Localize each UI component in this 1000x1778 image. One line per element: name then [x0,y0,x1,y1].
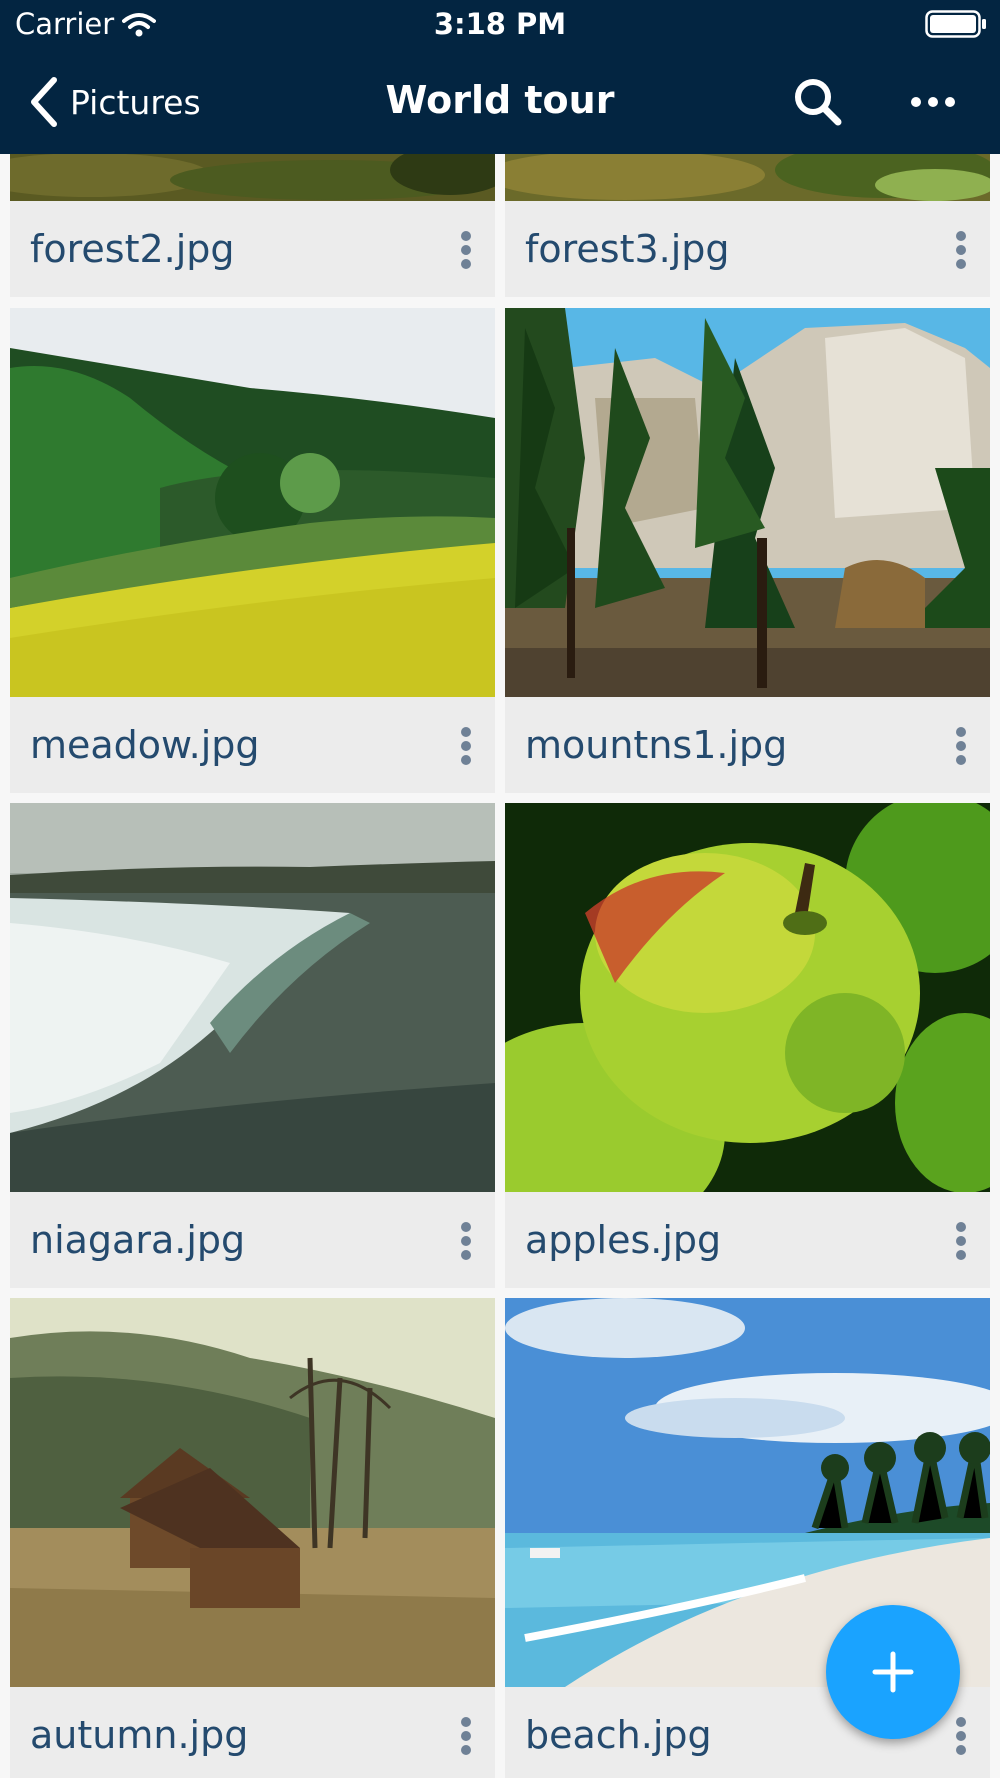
thumbnail-image[interactable] [505,803,990,1192]
search-button[interactable] [790,74,846,130]
file-name: forest2.jpg [30,227,235,271]
thumbnail-image[interactable] [10,308,495,697]
file-name: apples.jpg [525,1218,722,1262]
plus-icon [872,1651,914,1693]
thumbnail-image[interactable] [505,308,990,697]
file-name: meadow.jpg [30,723,260,767]
file-menu-button[interactable] [941,1214,981,1268]
file-name: autumn.jpg [30,1713,249,1757]
app-header: Carrier 3:18 PM Pictures World tour [0,0,1000,154]
file-name: forest3.jpg [525,227,730,271]
battery-icon [925,10,986,38]
file-menu-button[interactable] [446,223,486,277]
file-menu-button[interactable] [446,719,486,773]
file-name: niagara.jpg [30,1218,246,1262]
thumbnail-image[interactable] [10,803,495,1192]
file-menu-button[interactable] [941,1709,981,1763]
file-menu-button[interactable] [446,1214,486,1268]
file-card[interactable]: autumn.jpg [10,1298,495,1778]
more-options-button[interactable] [905,74,961,130]
file-name: mountns1.jpg [525,723,788,767]
search-icon [795,79,842,126]
file-menu-button[interactable] [941,223,981,277]
file-menu-button[interactable] [446,1709,486,1763]
more-horizontal-icon [911,97,955,107]
thumbnail-image[interactable] [10,1298,495,1687]
status-bar: Carrier 3:18 PM [0,0,1000,50]
file-card[interactable]: niagara.jpg [10,803,495,1288]
file-grid: forest2.jpg forest3.jpg meadow.jpg mount… [0,0,1000,1778]
file-menu-button[interactable] [941,719,981,773]
page-title: World tour [385,78,615,122]
file-card[interactable]: meadow.jpg [10,308,495,793]
app-root: forest2.jpg forest3.jpg meadow.jpg mount… [0,0,1000,1778]
file-card[interactable]: apples.jpg [505,803,990,1288]
navigation-bar: Pictures World tour [0,50,1000,154]
file-card[interactable]: mountns1.jpg [505,308,990,793]
add-button[interactable] [826,1605,960,1739]
file-name: beach.jpg [525,1713,712,1757]
status-time: 3:18 PM [433,7,567,41]
